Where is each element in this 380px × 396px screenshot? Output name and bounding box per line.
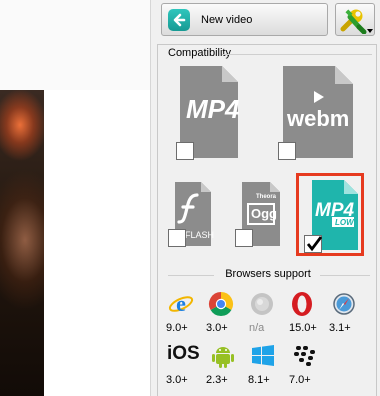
android-icon: [212, 347, 234, 368]
preview-image: [0, 90, 44, 396]
format-mp4-checkbox[interactable]: [176, 142, 194, 160]
divider: [222, 54, 372, 55]
back-arrow-icon: [168, 9, 190, 31]
format-webm-checkbox[interactable]: [278, 142, 296, 160]
format-label: MP4: [186, 94, 240, 124]
selected-format-highlight: [296, 173, 364, 256]
divider: [320, 275, 370, 276]
browser-version: n/a: [249, 322, 265, 334]
format-ogg-checkbox[interactable]: [235, 229, 253, 247]
blackberry-icon: [294, 346, 315, 366]
windows-icon: [252, 345, 274, 366]
browsers-support-title: Browsers support: [225, 268, 311, 280]
browser-version: 3.0+: [166, 374, 188, 386]
format-webm[interactable]: webm: [278, 66, 353, 160]
browser-version: 8.1+: [248, 374, 270, 386]
browser-version: 7.0+: [289, 374, 311, 386]
format-mp4[interactable]: MP4: [176, 66, 240, 160]
video-preview: [0, 0, 151, 396]
preview-blank-area: [44, 90, 150, 396]
new-video-button[interactable]: New video: [161, 3, 328, 36]
format-label: FLASH: [185, 230, 215, 240]
browser-version: 3.0+: [206, 322, 228, 334]
compatibility-title: Compatibility: [168, 47, 231, 59]
ie-icon: e: [168, 291, 194, 316]
disabled-browser-icon: [251, 293, 273, 315]
new-video-label: New video: [201, 14, 253, 26]
format-flash-checkbox[interactable]: [168, 229, 186, 247]
compatibility-panel: Compatibility MP4 webm FLASH Theora Ogg …: [157, 44, 377, 396]
format-label: Ogg: [251, 206, 277, 221]
preview-top-area: [0, 0, 150, 90]
chrome-icon: [208, 292, 234, 317]
svg-text:e: e: [176, 291, 186, 316]
browser-version: 2.3+: [206, 374, 228, 386]
format-label: webm: [287, 106, 350, 131]
chevron-down-icon: [367, 29, 373, 33]
format-flash[interactable]: FLASH: [168, 182, 215, 247]
browser-version: 15.0+: [289, 322, 317, 334]
browser-version: 3.1+: [329, 322, 351, 334]
wrench-icon: [340, 9, 367, 34]
format-ogg[interactable]: Theora Ogg: [235, 182, 280, 247]
browser-version: 9.0+: [166, 322, 188, 334]
safari-icon: [333, 293, 355, 315]
ios-icon: iOS: [167, 343, 200, 364]
opera-icon: [292, 292, 312, 316]
tools-menu-button[interactable]: [335, 3, 375, 36]
format-sublabel: Theora: [256, 194, 277, 200]
